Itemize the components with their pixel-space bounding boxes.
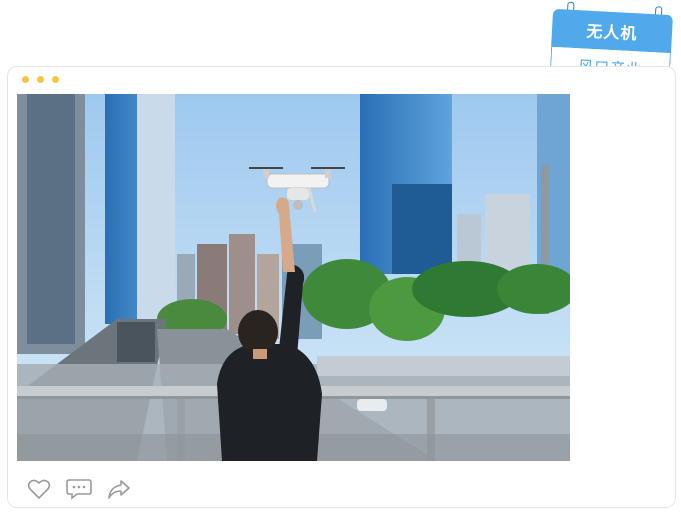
dot-3 [52,76,59,83]
share-icon [108,480,130,499]
dot-2 [37,76,44,83]
dot-1 [22,76,29,83]
like-button[interactable] [26,477,52,501]
comment-icon [66,479,92,500]
tag-title: 无人机 [551,8,673,54]
post-actions [26,477,132,501]
heart-icon [27,479,51,500]
share-button[interactable] [106,477,132,501]
post-card [7,66,676,508]
post-photo [17,94,570,461]
window-dots [22,76,59,83]
drone-city-photo [17,94,570,461]
comment-button[interactable] [66,477,92,501]
